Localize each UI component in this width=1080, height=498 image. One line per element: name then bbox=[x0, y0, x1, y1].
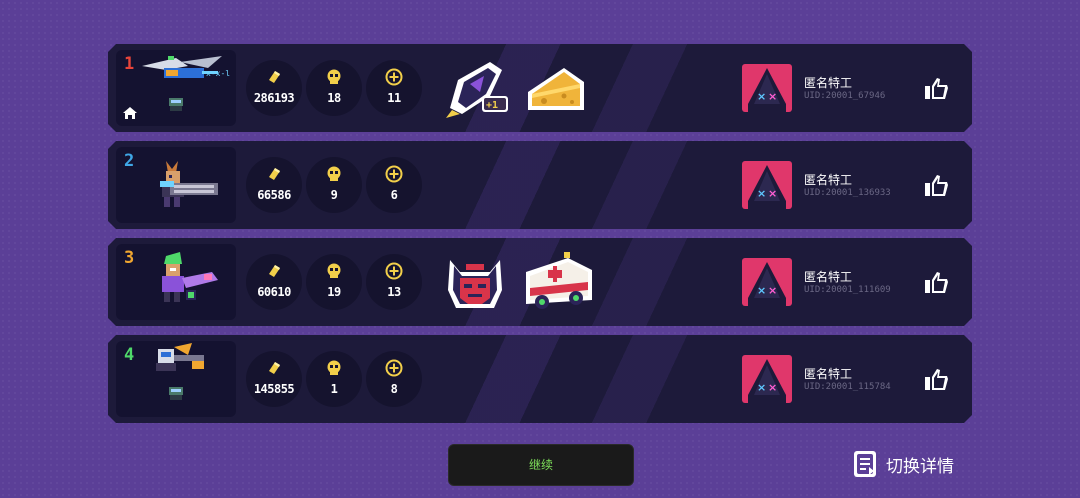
kills-stat: 9 bbox=[306, 157, 362, 213]
player-name: 匿名特工 bbox=[804, 76, 853, 90]
kills-stat: 18 bbox=[306, 60, 362, 116]
player-row-1: 1 x-x-l 286193 18 11 +1 × × 匿名特工 UID:200… bbox=[108, 44, 972, 132]
hero-sprite-icon bbox=[169, 98, 183, 111]
player-avatar: × × bbox=[742, 161, 792, 209]
svg-text:×: × bbox=[757, 187, 766, 200]
player-row-2: 2 66586 9 6 × × 匿名特工 UID:20001_136933 bbox=[108, 141, 972, 229]
hooded-agent-avatar-icon: × × bbox=[748, 165, 786, 209]
gold-bar-icon bbox=[269, 168, 280, 180]
toggle-details-label: 切换详情 bbox=[886, 456, 954, 477]
skull-icon bbox=[327, 166, 341, 181]
rank-number: 3 bbox=[124, 248, 135, 268]
svg-text:×: × bbox=[768, 187, 777, 200]
minigun-hero-icon bbox=[160, 161, 218, 207]
svg-text:×: × bbox=[768, 284, 777, 297]
document-toggle-icon bbox=[854, 451, 876, 477]
svg-text:x-x-l: x-x-l bbox=[206, 69, 230, 78]
svg-text:×: × bbox=[757, 90, 766, 103]
cheese-badge-icon bbox=[528, 68, 584, 110]
player-avatar: × × bbox=[742, 64, 792, 112]
robot-weapon-icon bbox=[156, 343, 204, 371]
winged-gun-weapon-icon: x-x-l bbox=[142, 56, 230, 78]
coin-stat: 145855 bbox=[246, 351, 302, 407]
revives-stat: 6 bbox=[366, 157, 422, 213]
revives-value: 11 bbox=[387, 91, 401, 105]
player-uid: UID:20001_67946 bbox=[804, 91, 886, 101]
rank-number: 4 bbox=[124, 345, 135, 365]
rank-number: 2 bbox=[124, 151, 135, 171]
player-uid: UID:20001_136933 bbox=[804, 188, 891, 198]
coin-stat: 286193 bbox=[246, 60, 302, 116]
thumbs-up-icon[interactable] bbox=[922, 75, 950, 101]
thumbs-up-icon[interactable] bbox=[922, 269, 950, 295]
svg-text:×: × bbox=[768, 381, 777, 394]
skull-icon bbox=[327, 360, 341, 375]
player-row-4: 4 145855 1 8 × × 匿名特工 UID:20001_115784 bbox=[108, 335, 972, 423]
plus-coin-icon bbox=[385, 68, 403, 86]
player-avatar: × × bbox=[742, 355, 792, 403]
plus-coin-icon bbox=[385, 359, 403, 377]
svg-text:×: × bbox=[757, 381, 766, 394]
toggle-details-button[interactable]: 切换详情 bbox=[852, 448, 954, 480]
ambulance-badge-icon bbox=[526, 252, 592, 309]
hero-sprite-icon bbox=[169, 387, 183, 400]
svg-text:+1: +1 bbox=[486, 100, 498, 111]
player-uid: UID:20001_115784 bbox=[804, 382, 891, 392]
thumbs-up-icon[interactable] bbox=[922, 172, 950, 198]
player-row-3: 3 60610 19 13 × × 匿名特工 UID:20001_111609 bbox=[108, 238, 972, 326]
devil-face-badge-icon bbox=[448, 260, 502, 308]
player-name: 匿名特工 bbox=[804, 173, 853, 187]
kills-stat: 19 bbox=[306, 254, 362, 310]
revives-stat: 8 bbox=[366, 351, 422, 407]
continue-button[interactable]: 继续 bbox=[448, 444, 634, 486]
revives-value: 8 bbox=[390, 382, 398, 396]
coin-stat: 66586 bbox=[246, 157, 302, 213]
revives-value: 6 bbox=[390, 188, 398, 202]
player-name: 匿名特工 bbox=[804, 367, 853, 381]
svg-text:×: × bbox=[768, 90, 777, 103]
gold-bar-icon bbox=[269, 71, 280, 83]
hooded-agent-avatar-icon: × × bbox=[748, 262, 786, 306]
skull-icon bbox=[327, 263, 341, 278]
thumbs-up-icon[interactable] bbox=[922, 366, 950, 392]
coin-stat: 60610 bbox=[246, 254, 302, 310]
kills-stat: 1 bbox=[306, 351, 362, 407]
home-icon bbox=[123, 107, 137, 119]
revives-stat: 11 bbox=[366, 60, 422, 116]
plus-coin-icon bbox=[385, 165, 403, 183]
revives-value: 13 bbox=[387, 285, 401, 299]
wizard-hero-icon bbox=[162, 252, 218, 302]
gold-bar-icon bbox=[269, 265, 280, 277]
rocket-plus-one-badge-icon: +1 bbox=[446, 62, 508, 118]
revives-stat: 13 bbox=[366, 254, 422, 310]
rank-number: 1 bbox=[124, 54, 135, 74]
svg-text:×: × bbox=[757, 284, 766, 297]
player-name: 匿名特工 bbox=[804, 270, 853, 284]
plus-coin-icon bbox=[385, 262, 403, 280]
gold-bar-icon bbox=[269, 362, 280, 374]
player-avatar: × × bbox=[742, 258, 792, 306]
hooded-agent-avatar-icon: × × bbox=[748, 359, 786, 403]
skull-icon bbox=[327, 69, 341, 84]
hooded-agent-avatar-icon: × × bbox=[748, 68, 786, 112]
player-uid: UID:20001_111609 bbox=[804, 285, 891, 295]
